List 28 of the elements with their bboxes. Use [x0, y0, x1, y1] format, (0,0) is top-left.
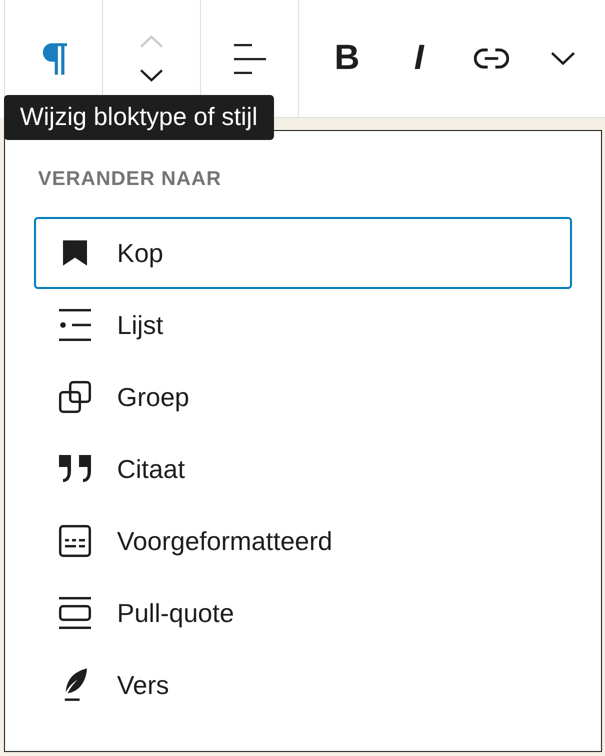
menu-item-label: Citaat [117, 453, 185, 485]
pullquote-icon [59, 597, 91, 629]
italic-button[interactable]: I [383, 20, 455, 96]
menu-item[interactable]: Lijst [34, 289, 572, 361]
quote-icon [59, 455, 91, 483]
align-left-icon [234, 44, 266, 74]
menu-heading: VERANDER NAAR [37, 167, 222, 191]
menu-item-label: Pull-quote [117, 597, 234, 629]
menu-item-label: Lijst [117, 309, 164, 341]
group-icon [59, 381, 91, 413]
menu-item-label: Kop [117, 237, 164, 269]
menu-item-label: Voorgeformatteerd [117, 525, 332, 557]
menu-item-label: Groep [117, 381, 190, 413]
feather-icon [63, 668, 87, 702]
menu-item[interactable]: Groep [34, 361, 572, 433]
menu-item[interactable]: Voorgeformatteerd [34, 505, 572, 577]
menu-item-label: Vers [117, 669, 170, 701]
menu-item[interactable]: Pull-quote [34, 577, 572, 649]
menu-item[interactable]: Vers [34, 649, 572, 721]
menu-item[interactable]: Kop [34, 217, 572, 289]
preformatted-icon [59, 525, 91, 557]
link-icon [474, 48, 508, 69]
bold-button[interactable]: B [311, 20, 383, 96]
menu-item[interactable]: Citaat [34, 433, 572, 505]
bookmark-icon [63, 240, 87, 266]
tooltip: Wijzig bloktype of stijl [4, 95, 274, 140]
list-icon [59, 309, 91, 341]
chevron-down-icon [551, 52, 575, 65]
